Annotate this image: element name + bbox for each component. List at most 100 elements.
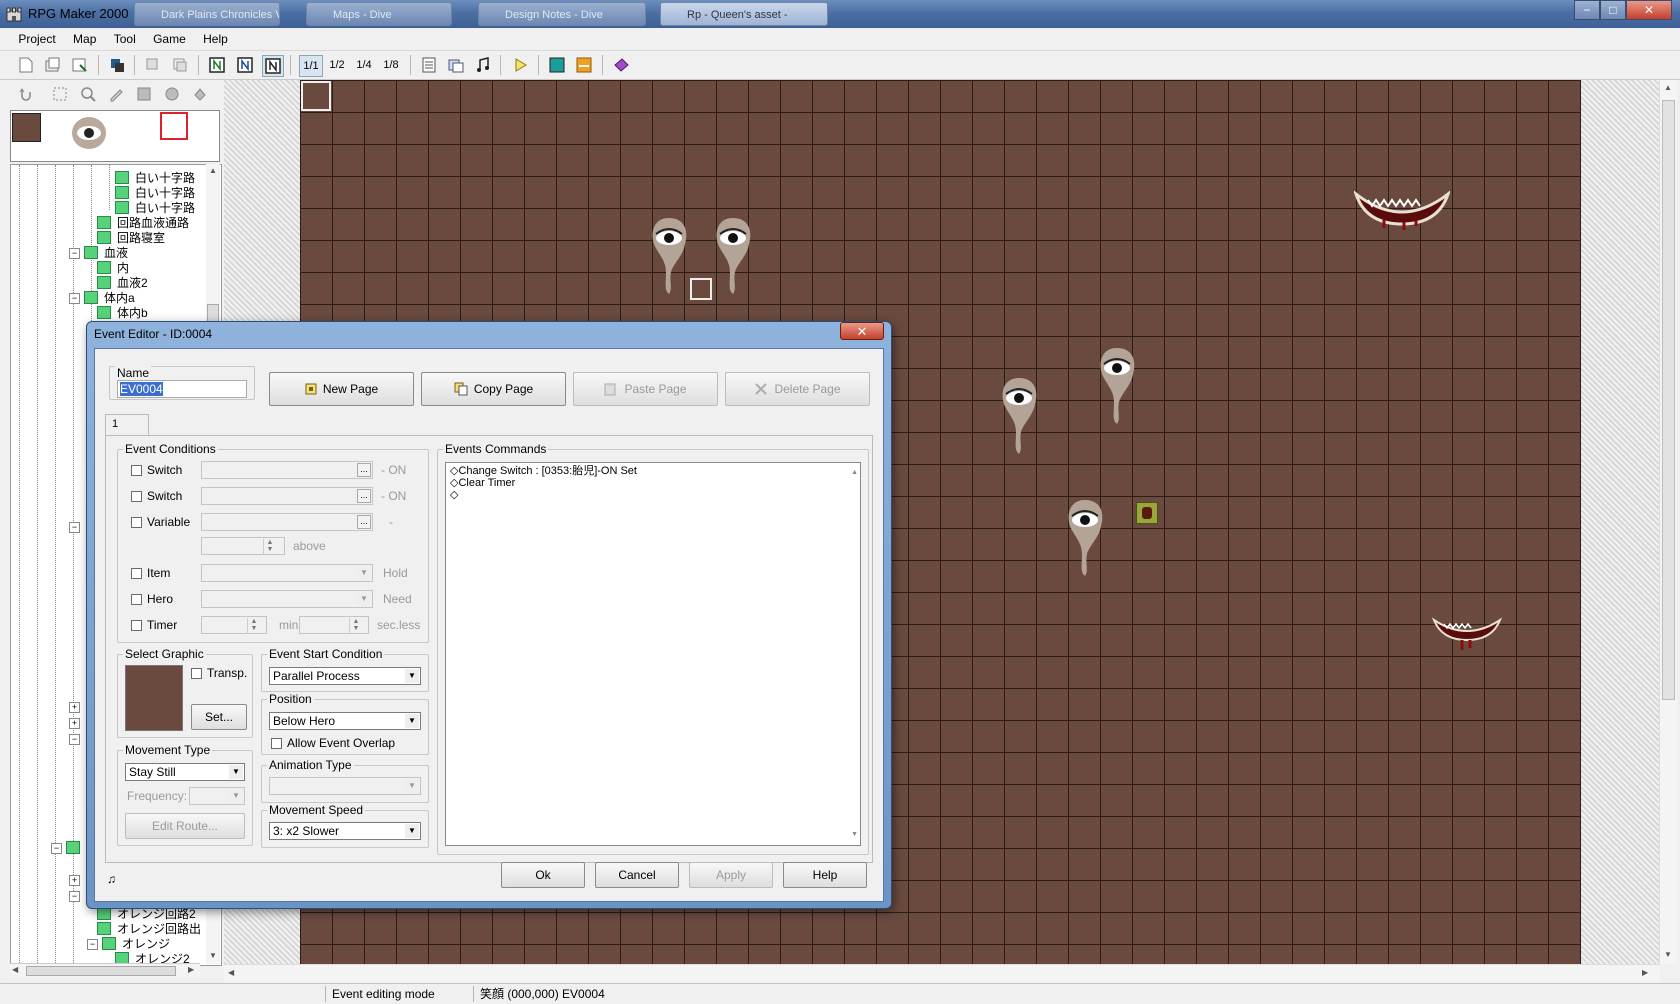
dropdown-arrow-icon[interactable]: ▼ bbox=[405, 714, 419, 728]
small-creature-event-icon[interactable] bbox=[1136, 502, 1158, 524]
edit-route-button[interactable]: Edit Route... bbox=[125, 813, 245, 839]
background-tab[interactable]: Design Notes - Dive bbox=[478, 2, 646, 26]
eye-ghost-event-icon[interactable] bbox=[1096, 344, 1138, 428]
collapse-icon[interactable]: − bbox=[51, 843, 62, 854]
scroll-up-icon[interactable]: ▲ bbox=[1664, 83, 1672, 92]
cancel-button[interactable]: Cancel bbox=[595, 862, 679, 888]
new-project-icon[interactable] bbox=[16, 55, 36, 75]
collapse-icon[interactable]: − bbox=[69, 734, 80, 745]
event-placeholder[interactable] bbox=[690, 278, 712, 300]
movement-speed-select[interactable]: 3: x2 Slower ▼ bbox=[269, 822, 421, 840]
tree-expander[interactable]: − bbox=[69, 520, 84, 535]
tree-item[interactable]: − 血液 bbox=[69, 244, 128, 260]
undo-icon[interactable] bbox=[16, 84, 36, 104]
tree-expander[interactable]: − bbox=[69, 889, 84, 904]
open-project-icon[interactable] bbox=[43, 55, 63, 75]
variable-field[interactable] bbox=[201, 513, 373, 531]
rectangle-icon[interactable] bbox=[134, 84, 154, 104]
tree-item[interactable]: 血液2 bbox=[97, 274, 148, 290]
command-line[interactable]: ◇Change Switch : [0353:胎児]-ON Set bbox=[450, 465, 856, 477]
dropdown-arrow-icon[interactable]: ▼ bbox=[357, 592, 371, 606]
scroll-thumb[interactable] bbox=[26, 966, 176, 976]
tree-item[interactable]: − オレンジ bbox=[87, 935, 170, 951]
tree-horizontal-scrollbar[interactable]: ◀ ▶ bbox=[10, 963, 200, 978]
spin-arrows-icon[interactable]: ▲ ▼ bbox=[263, 539, 276, 555]
tree-item[interactable]: 体内b bbox=[97, 304, 148, 320]
tree-item[interactable]: 回路寝室 bbox=[97, 229, 165, 245]
expand-icon[interactable]: + bbox=[69, 875, 80, 886]
tree-item[interactable]: 内 bbox=[97, 259, 129, 275]
zoom-1-4-button[interactable]: 1/4 bbox=[353, 55, 375, 75]
apply-button[interactable]: Apply bbox=[689, 862, 773, 888]
ok-button[interactable]: Ok bbox=[501, 862, 585, 888]
map-vertical-scrollbar[interactable]: ▲ ▼ bbox=[1659, 80, 1677, 964]
eye-ghost-event-icon[interactable] bbox=[1064, 496, 1106, 580]
background-tab[interactable]: Dark Plains Chronicles Vf... bbox=[134, 2, 280, 26]
map-horizontal-scrollbar[interactable]: ◀ ▶ bbox=[224, 964, 1660, 982]
graphic-preview[interactable] bbox=[125, 665, 183, 731]
eye-ghost-event-icon[interactable] bbox=[712, 214, 754, 298]
eye-tile-icon[interactable] bbox=[69, 115, 109, 159]
zoom-1-2-button[interactable]: 1/2 bbox=[326, 55, 348, 75]
layer-event-icon[interactable] bbox=[262, 55, 284, 77]
dropdown-arrow-icon[interactable]: ▼ bbox=[405, 779, 419, 793]
maximize-button[interactable]: □ bbox=[1600, 0, 1626, 20]
background-tab[interactable]: Maps - Dive bbox=[306, 2, 452, 26]
variable-value-spinner[interactable]: ▲ ▼ bbox=[201, 537, 285, 555]
tree-expander[interactable]: − bbox=[69, 732, 84, 747]
scroll-right-icon[interactable]: ▶ bbox=[1642, 968, 1648, 977]
background-tab[interactable]: Rp - Queen's asset - bbox=[660, 2, 828, 26]
database-icon[interactable] bbox=[107, 55, 127, 75]
menu-project[interactable]: Project bbox=[11, 28, 62, 46]
scroll-thumb[interactable] bbox=[1662, 100, 1675, 700]
music-icon[interactable] bbox=[473, 55, 493, 75]
scroll-right-icon[interactable]: ▶ bbox=[188, 965, 194, 974]
dropdown-arrow-icon[interactable]: ▼ bbox=[405, 824, 419, 838]
collapse-icon[interactable]: − bbox=[87, 939, 98, 950]
new-page-button[interactable]: New Page bbox=[269, 372, 414, 406]
scroll-up-icon[interactable]: ▲ bbox=[851, 467, 858, 479]
small-mouth-event-icon[interactable] bbox=[1432, 616, 1502, 654]
mouth-event-icon[interactable] bbox=[1354, 186, 1450, 230]
switch2-checkbox[interactable] bbox=[131, 491, 142, 502]
menu-tool[interactable]: Tool bbox=[107, 28, 143, 46]
layer-lower-icon[interactable] bbox=[207, 55, 227, 75]
scroll-down-icon[interactable]: ▼ bbox=[1664, 950, 1672, 959]
dropdown-arrow-icon[interactable]: ▼ bbox=[357, 566, 371, 580]
hero-checkbox[interactable] bbox=[131, 594, 142, 605]
scroll-down-icon[interactable]: ▼ bbox=[851, 829, 858, 841]
fullscreen-icon[interactable] bbox=[547, 55, 567, 75]
switch1-field[interactable] bbox=[201, 461, 373, 479]
tile-palette[interactable] bbox=[10, 110, 220, 162]
scroll-up-icon[interactable]: ▲ bbox=[209, 166, 217, 175]
map-properties-icon[interactable] bbox=[419, 55, 439, 75]
spin-arrows-icon[interactable]: ▲ ▼ bbox=[349, 618, 362, 634]
play-sound-icon[interactable]: ♫ bbox=[107, 872, 116, 886]
animation-type-select[interactable]: ▼ bbox=[269, 777, 421, 795]
event-name-input[interactable]: EV0004 bbox=[117, 380, 247, 398]
event-commands-list[interactable]: ◇Change Switch : [0353:胎児]-ON Set ◇Clear… bbox=[445, 462, 861, 846]
help-book-icon[interactable] bbox=[611, 55, 631, 75]
zoom-1-1-button[interactable]: 1/1 bbox=[299, 55, 323, 77]
title-screen-icon[interactable] bbox=[574, 55, 594, 75]
collapse-icon[interactable]: − bbox=[69, 248, 80, 259]
switch2-field[interactable] bbox=[201, 487, 373, 505]
expand-icon[interactable]: + bbox=[69, 702, 80, 713]
item-select[interactable]: ▼ bbox=[201, 564, 373, 582]
dropdown-arrow-icon[interactable]: ▼ bbox=[405, 669, 419, 683]
cut-icon[interactable] bbox=[143, 55, 163, 75]
floor-tile[interactable] bbox=[12, 113, 41, 142]
switch2-browse-button[interactable]: ... bbox=[357, 489, 371, 503]
pencil-icon[interactable] bbox=[106, 84, 126, 104]
tree-item[interactable]: オレンジ回路出 bbox=[97, 920, 201, 936]
collapse-icon[interactable]: − bbox=[69, 293, 80, 304]
collapse-icon[interactable]: − bbox=[69, 891, 80, 902]
scroll-left-icon[interactable]: ◀ bbox=[228, 968, 234, 977]
copy-icon[interactable] bbox=[170, 55, 190, 75]
close-project-icon[interactable] bbox=[70, 55, 90, 75]
tree-expander[interactable]: + bbox=[69, 873, 84, 888]
tree-expander[interactable]: − bbox=[51, 841, 86, 856]
select-icon[interactable] bbox=[50, 84, 70, 104]
set-graphic-button[interactable]: Set... bbox=[191, 704, 247, 730]
hero-select[interactable]: ▼ bbox=[201, 590, 373, 608]
